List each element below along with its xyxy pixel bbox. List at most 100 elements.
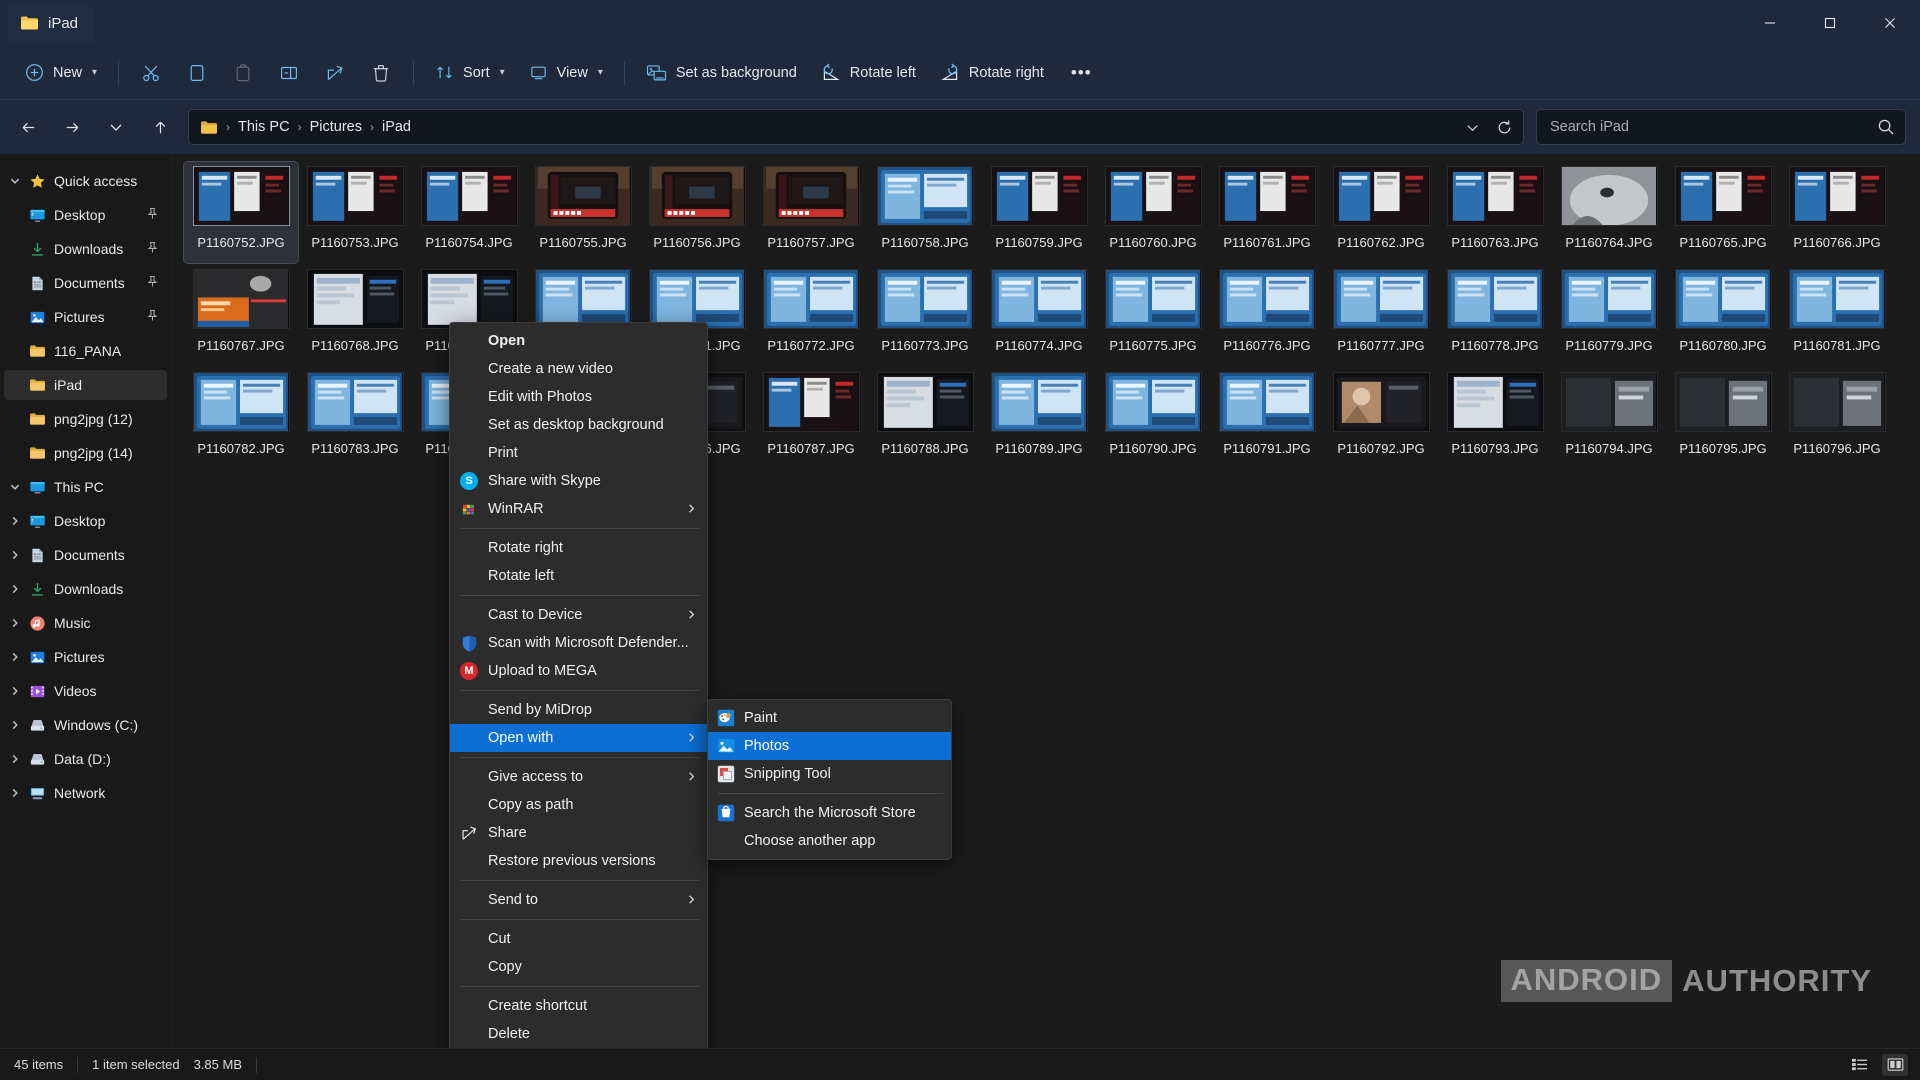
file-item[interactable]: P1160779.JPG [1552,265,1666,366]
file-item[interactable]: P1160756.JPG [640,162,754,263]
file-item[interactable]: P1160790.JPG [1096,368,1210,469]
chevron-right-icon[interactable] [4,753,26,765]
file-item[interactable]: P1160765.JPG [1666,162,1780,263]
sidebar-item-png2jpg-14[interactable]: png2jpg (14) [4,438,167,468]
pin-icon[interactable] [146,309,159,325]
menu-item-restore-previous-versions[interactable]: Restore previous versions [450,847,707,875]
file-item[interactable]: P1160753.JPG [298,162,412,263]
menu-item-photos[interactable]: Photos [708,732,951,760]
sidebar-item-music[interactable]: Music [4,608,167,638]
menu-item-paint[interactable]: Paint [708,704,951,732]
sidebar-group-this-pc[interactable]: This PC [4,472,167,502]
menu-item-search-the-microsoft-store[interactable]: Search the Microsoft Store [708,799,951,827]
back-button[interactable] [9,110,47,144]
menu-item-cut[interactable]: Cut [450,925,707,953]
sidebar-item-desktop[interactable]: Desktop [4,506,167,536]
menu-item-upload-to-mega[interactable]: MUpload to MEGA [450,657,707,685]
menu-item-share-with-skype[interactable]: SShare with Skype [450,467,707,495]
search-icon[interactable] [1877,118,1895,136]
sidebar-item-downloads[interactable]: Downloads [4,574,167,604]
address-bar[interactable]: › This PC › Pictures › iPad [188,109,1524,145]
sidebar-item-pictures[interactable]: Pictures [4,302,167,332]
file-item[interactable]: P1160791.JPG [1210,368,1324,469]
close-button[interactable] [1860,0,1920,46]
file-item[interactable]: P1160796.JPG [1780,368,1894,469]
up-button[interactable] [141,110,179,144]
menu-item-set-as-desktop-background[interactable]: Set as desktop background [450,411,707,439]
menu-item-send-to[interactable]: Send to [450,886,707,914]
file-item[interactable]: P1160781.JPG [1780,265,1894,366]
file-item[interactable]: P1160774.JPG [982,265,1096,366]
set-as-background-button[interactable]: Set as background [635,54,808,92]
file-item[interactable]: P1160782.JPG [184,368,298,469]
file-item[interactable]: P1160760.JPG [1096,162,1210,263]
file-item[interactable]: P1160761.JPG [1210,162,1324,263]
breadcrumb-this-pc[interactable]: This PC [231,115,297,139]
large-icons-view-button[interactable] [1882,1054,1908,1076]
chevron-right-icon[interactable] [4,617,26,629]
breadcrumb-ipad[interactable]: iPad [375,115,418,139]
chevron-down-icon[interactable] [4,481,26,493]
sidebar-item-downloads[interactable]: Downloads [4,234,167,264]
pin-icon[interactable] [146,241,159,257]
more-options-button[interactable]: ••• [1057,54,1106,92]
context-menu[interactable]: OpenCreate a new videoEdit with PhotosSe… [449,322,708,1048]
menu-item-snipping-tool[interactable]: Snipping Tool [708,760,951,788]
file-item[interactable]: P1160766.JPG [1780,162,1894,263]
file-item[interactable]: P1160777.JPG [1324,265,1438,366]
maximize-button[interactable] [1800,0,1860,46]
chevron-right-icon[interactable] [4,651,26,663]
file-item[interactable]: P1160789.JPG [982,368,1096,469]
chevron-right-icon[interactable] [4,583,26,595]
sidebar-item-png2jpg-12[interactable]: png2jpg (12) [4,404,167,434]
menu-item-open[interactable]: Open [450,327,707,355]
file-item[interactable]: P1160772.JPG [754,265,868,366]
address-dropdown-button[interactable] [1457,113,1487,141]
file-item[interactable]: P1160755.JPG [526,162,640,263]
file-item[interactable]: P1160754.JPG [412,162,526,263]
menu-item-cast-to-device[interactable]: Cast to Device [450,601,707,629]
open-with-submenu[interactable]: PaintPhotosSnipping Tool Search the Micro… [707,699,952,860]
details-view-button[interactable] [1846,1054,1872,1076]
file-item[interactable]: P1160795.JPG [1666,368,1780,469]
menu-item-copy[interactable]: Copy [450,953,707,981]
minimize-button[interactable] [1740,0,1800,46]
file-item[interactable]: P1160788.JPG [868,368,982,469]
sidebar-group-quick-access[interactable]: Quick access [4,166,167,196]
menu-item-open-with[interactable]: Open with [450,724,707,752]
menu-item-create-a-new-video[interactable]: Create a new video [450,355,707,383]
chevron-right-icon[interactable] [4,685,26,697]
menu-item-rotate-right[interactable]: Rotate right [450,534,707,562]
forward-button[interactable] [53,110,91,144]
menu-item-edit-with-photos[interactable]: Edit with Photos [450,383,707,411]
new-button[interactable]: New ▾ [14,54,108,92]
chevron-right-icon[interactable] [4,787,26,799]
delete-button[interactable] [359,54,403,92]
file-item[interactable]: P1160762.JPG [1324,162,1438,263]
file-item[interactable]: P1160757.JPG [754,162,868,263]
file-item[interactable]: P1160775.JPG [1096,265,1210,366]
file-item[interactable]: P1160780.JPG [1666,265,1780,366]
file-item[interactable]: P1160758.JPG [868,162,982,263]
refresh-button[interactable] [1489,113,1519,141]
file-item[interactable]: P1160794.JPG [1552,368,1666,469]
share-button[interactable] [313,54,357,92]
file-item[interactable]: P1160759.JPG [982,162,1096,263]
sidebar-item-ipad[interactable]: iPad [4,370,167,400]
file-item[interactable]: P1160776.JPG [1210,265,1324,366]
sidebar-item-data-d[interactable]: Data (D:) [4,744,167,774]
tab-ipad[interactable]: iPad [8,4,94,42]
copy-button[interactable] [175,54,219,92]
sidebar-item-videos[interactable]: Videos [4,676,167,706]
chevron-right-icon[interactable] [4,719,26,731]
sidebar-item-pictures[interactable]: Pictures [4,642,167,672]
sidebar-item-documents[interactable]: Documents [4,268,167,298]
sort-button[interactable]: Sort ▾ [424,54,516,92]
pin-icon[interactable] [146,207,159,223]
file-item[interactable]: P1160793.JPG [1438,368,1552,469]
search-input[interactable] [1550,119,1877,135]
menu-item-delete[interactable]: Delete [450,1020,707,1048]
menu-item-print[interactable]: Print [450,439,707,467]
file-item[interactable]: P1160773.JPG [868,265,982,366]
menu-item-give-access-to[interactable]: Give access to [450,763,707,791]
